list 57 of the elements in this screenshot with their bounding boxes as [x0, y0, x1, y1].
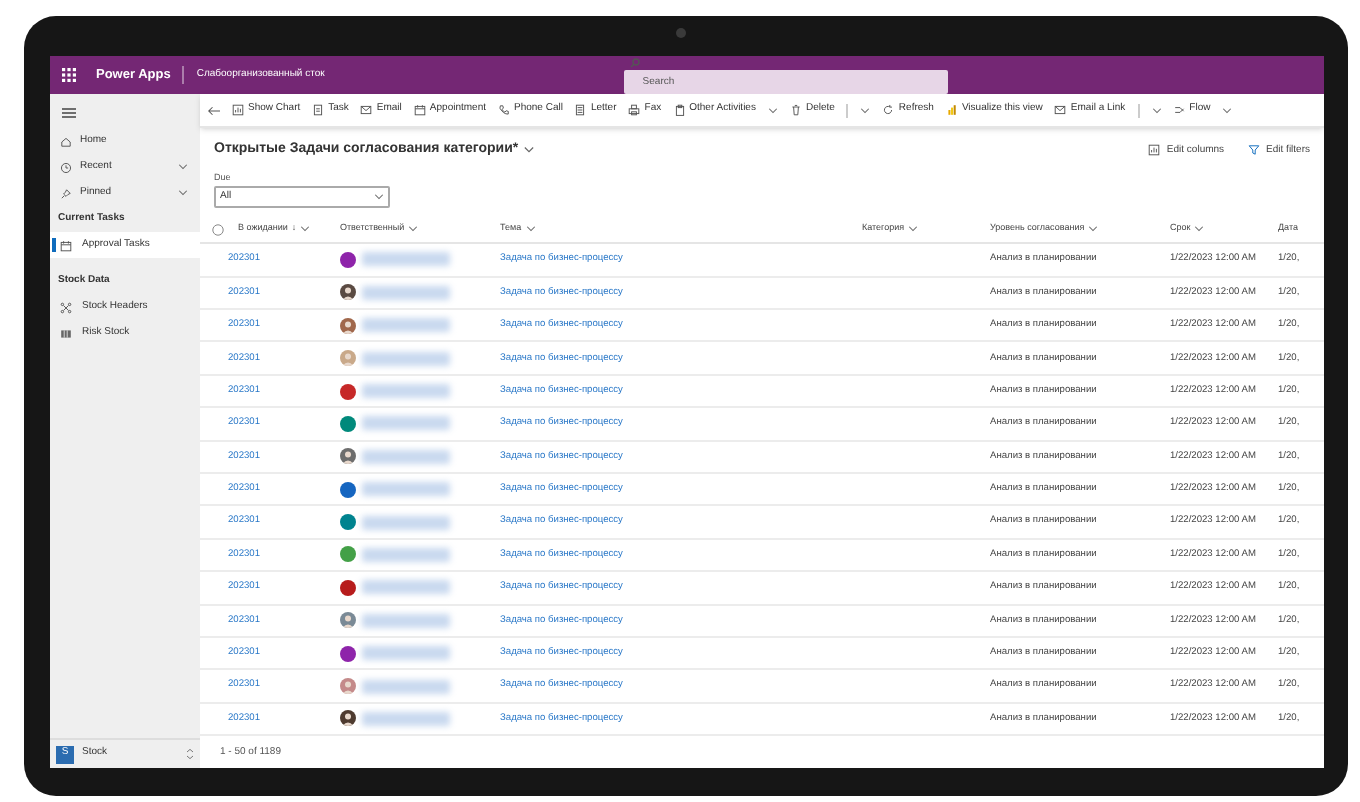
- task-icon: [312, 104, 325, 116]
- nodes-icon: [60, 301, 72, 313]
- chevron-down-icon[interactable]: [908, 226, 919, 233]
- chevron-down-icon[interactable]: [860, 107, 871, 113]
- blurred-name: [362, 547, 450, 562]
- chevron-down-icon[interactable]: [767, 107, 778, 113]
- chevron-down-icon[interactable]: [300, 226, 311, 233]
- envelope-icon: [1054, 104, 1067, 116]
- chevron-down-icon[interactable]: [178, 190, 188, 196]
- blurred-name: [362, 646, 450, 661]
- blurred-name: [362, 285, 450, 300]
- filter-icon: [1248, 144, 1261, 157]
- document-icon: [574, 104, 587, 116]
- pin-icon: [60, 187, 72, 199]
- clipboard-icon: [673, 104, 686, 116]
- table-icon: [60, 327, 72, 339]
- chevron-down-icon: [374, 194, 384, 201]
- chevron-down-icon[interactable]: [178, 164, 188, 170]
- select-all-checkbox[interactable]: [212, 223, 224, 236]
- blurred-name: [362, 482, 450, 497]
- blurred-name: [362, 515, 450, 530]
- up-down-icon: [186, 748, 194, 760]
- blurred-name: [362, 449, 450, 464]
- flow-icon: [1173, 104, 1186, 116]
- camera-icon: [676, 28, 686, 38]
- calendar-icon: [60, 239, 72, 251]
- trash-icon: [789, 104, 802, 116]
- blurred-name: [362, 416, 450, 431]
- blurred-name: [362, 711, 450, 726]
- home-icon: [60, 135, 72, 147]
- blurred-name: [362, 351, 450, 366]
- bar-chart-icon: [945, 104, 958, 116]
- blurred-name: [362, 613, 450, 628]
- calendar-icon: [413, 104, 426, 116]
- menu-icon[interactable]: [62, 108, 76, 118]
- chevron-down-icon[interactable]: [525, 226, 536, 233]
- blurred-name: [362, 252, 450, 267]
- blurred-name: [362, 580, 450, 595]
- clock-icon: [60, 161, 72, 173]
- phone-icon: [498, 104, 510, 116]
- search-icon: [630, 58, 641, 68]
- chevron-down-icon[interactable]: [1222, 107, 1233, 113]
- chevron-down-icon[interactable]: [1088, 226, 1099, 233]
- refresh-icon: [882, 104, 895, 116]
- chevron-down-icon[interactable]: [1151, 107, 1162, 113]
- chart-icon: [232, 104, 244, 116]
- blurred-name: [362, 679, 450, 694]
- columns-icon: [1148, 144, 1161, 157]
- blurred-name: [362, 318, 450, 333]
- chevron-down-icon[interactable]: [1194, 226, 1205, 233]
- back-arrow-icon[interactable]: [208, 105, 220, 115]
- printer-icon: [628, 104, 641, 116]
- chevron-down-icon[interactable]: [408, 226, 419, 233]
- envelope-icon: [360, 104, 373, 116]
- chevron-down-icon[interactable]: [524, 146, 535, 155]
- app-launcher-icon[interactable]: [62, 68, 76, 82]
- blurred-name: [362, 384, 450, 398]
